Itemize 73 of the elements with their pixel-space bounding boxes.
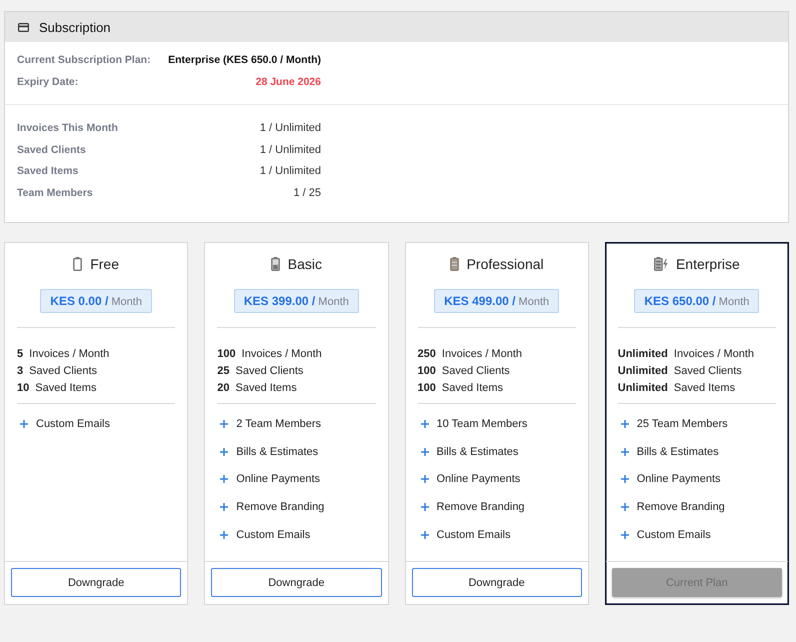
feature-text: Bills & Estimates [636,446,719,458]
plan-button[interactable]: Downgrade [412,568,582,598]
feature-text: Custom Emails [436,528,510,541]
credit-card-icon [18,22,29,32]
plan-button[interactable]: Downgrade [211,568,382,598]
plus-icon [420,502,428,511]
plus-icon [420,448,428,456]
usage-value: 1 / Unlimited [260,165,321,178]
battery-low-icon [270,257,280,272]
panel-title: Subscription [39,20,111,34]
plan-name: Enterprise [676,256,740,272]
plus-icon [220,448,228,456]
usage-value: 1 / 25 [293,187,321,200]
plus-icon [620,502,629,511]
limit-text: 100 Saved Clients [418,364,510,380]
feature-text: Remove Branding [436,500,525,513]
plus-icon [420,475,428,484]
plus-icon [620,530,629,539]
usage-value: 1 / Unlimited [260,122,321,134]
battery-charging-icon [654,257,668,272]
plus-icon [420,420,428,428]
feature-text: 2 Team Members [236,418,322,430]
limit-text: Unlimited Invoices / Month [618,347,754,362]
plus-icon [220,420,228,428]
feature-text: Custom Emails [636,528,711,541]
feature-text: Custom Emails [236,528,310,541]
price-badge: KES 399.00 / Month [234,289,359,314]
plus-icon [420,530,428,539]
plus-icon [220,502,228,511]
usage-label: Saved Clients [17,144,86,156]
plus-icon [620,448,629,456]
usage-value: 1 / Unlimited [260,144,321,156]
plus-icon [620,420,629,428]
feature-text: Bills & Estimates [436,446,518,458]
limit-text: 20 Saved Items [217,381,297,396]
price-badge: KES 650.00 / Month [634,289,760,314]
plan-value: Enterprise (KES 650.0 / Month) [168,54,321,66]
limit-text: 250 Invoices / Month [418,347,522,362]
limit-text: 5 Invoices / Month [17,347,110,362]
limit-text: 3 Saved Clients [17,364,98,380]
price-badge: KES 0.00 / Month [40,289,152,314]
limit-text: 25 Saved Clients [217,364,304,380]
usage-label: Invoices This Month [17,122,118,134]
feature-text: Online Payments [236,473,320,486]
plus-icon [220,530,228,539]
plus-icon [220,475,228,484]
limit-text: 100 Invoices / Month [217,347,322,362]
expiry-date: 28 June 2026 [256,76,321,88]
limit-text: 10 Saved Items [17,381,96,396]
feature-text: Bills & Estimates [236,446,318,458]
plan-name: Professional [466,256,544,272]
feature-text: Online Payments [636,473,721,486]
detail-label: Expiry Date: [17,76,78,88]
feature-text: Remove Branding [636,500,725,513]
feature-text: Custom Emails [36,418,110,430]
feature-text: Online Payments [436,473,520,486]
limit-text: Unlimited Saved Items [618,381,736,396]
battery-full-icon [450,257,459,272]
price-badge: KES 499.00 / Month [434,289,560,314]
usage-label: Saved Items [17,165,78,178]
detail-label: Current Subscription Plan: [17,54,151,66]
plus-icon [20,420,28,428]
plan-name: Basic [288,256,322,272]
feature-text: 25 Team Members [636,418,728,430]
usage-label: Team Members [17,187,93,200]
feature-text: 10 Team Members [436,418,528,430]
plan-name: Free [90,256,120,272]
battery-empty-icon [73,257,82,272]
limit-text: Unlimited Saved Clients [618,364,742,380]
plan-button[interactable]: Downgrade [11,568,182,598]
feature-text: Remove Branding [236,500,324,513]
plus-icon [620,475,629,484]
limit-text: 100 Saved Items [418,381,504,396]
